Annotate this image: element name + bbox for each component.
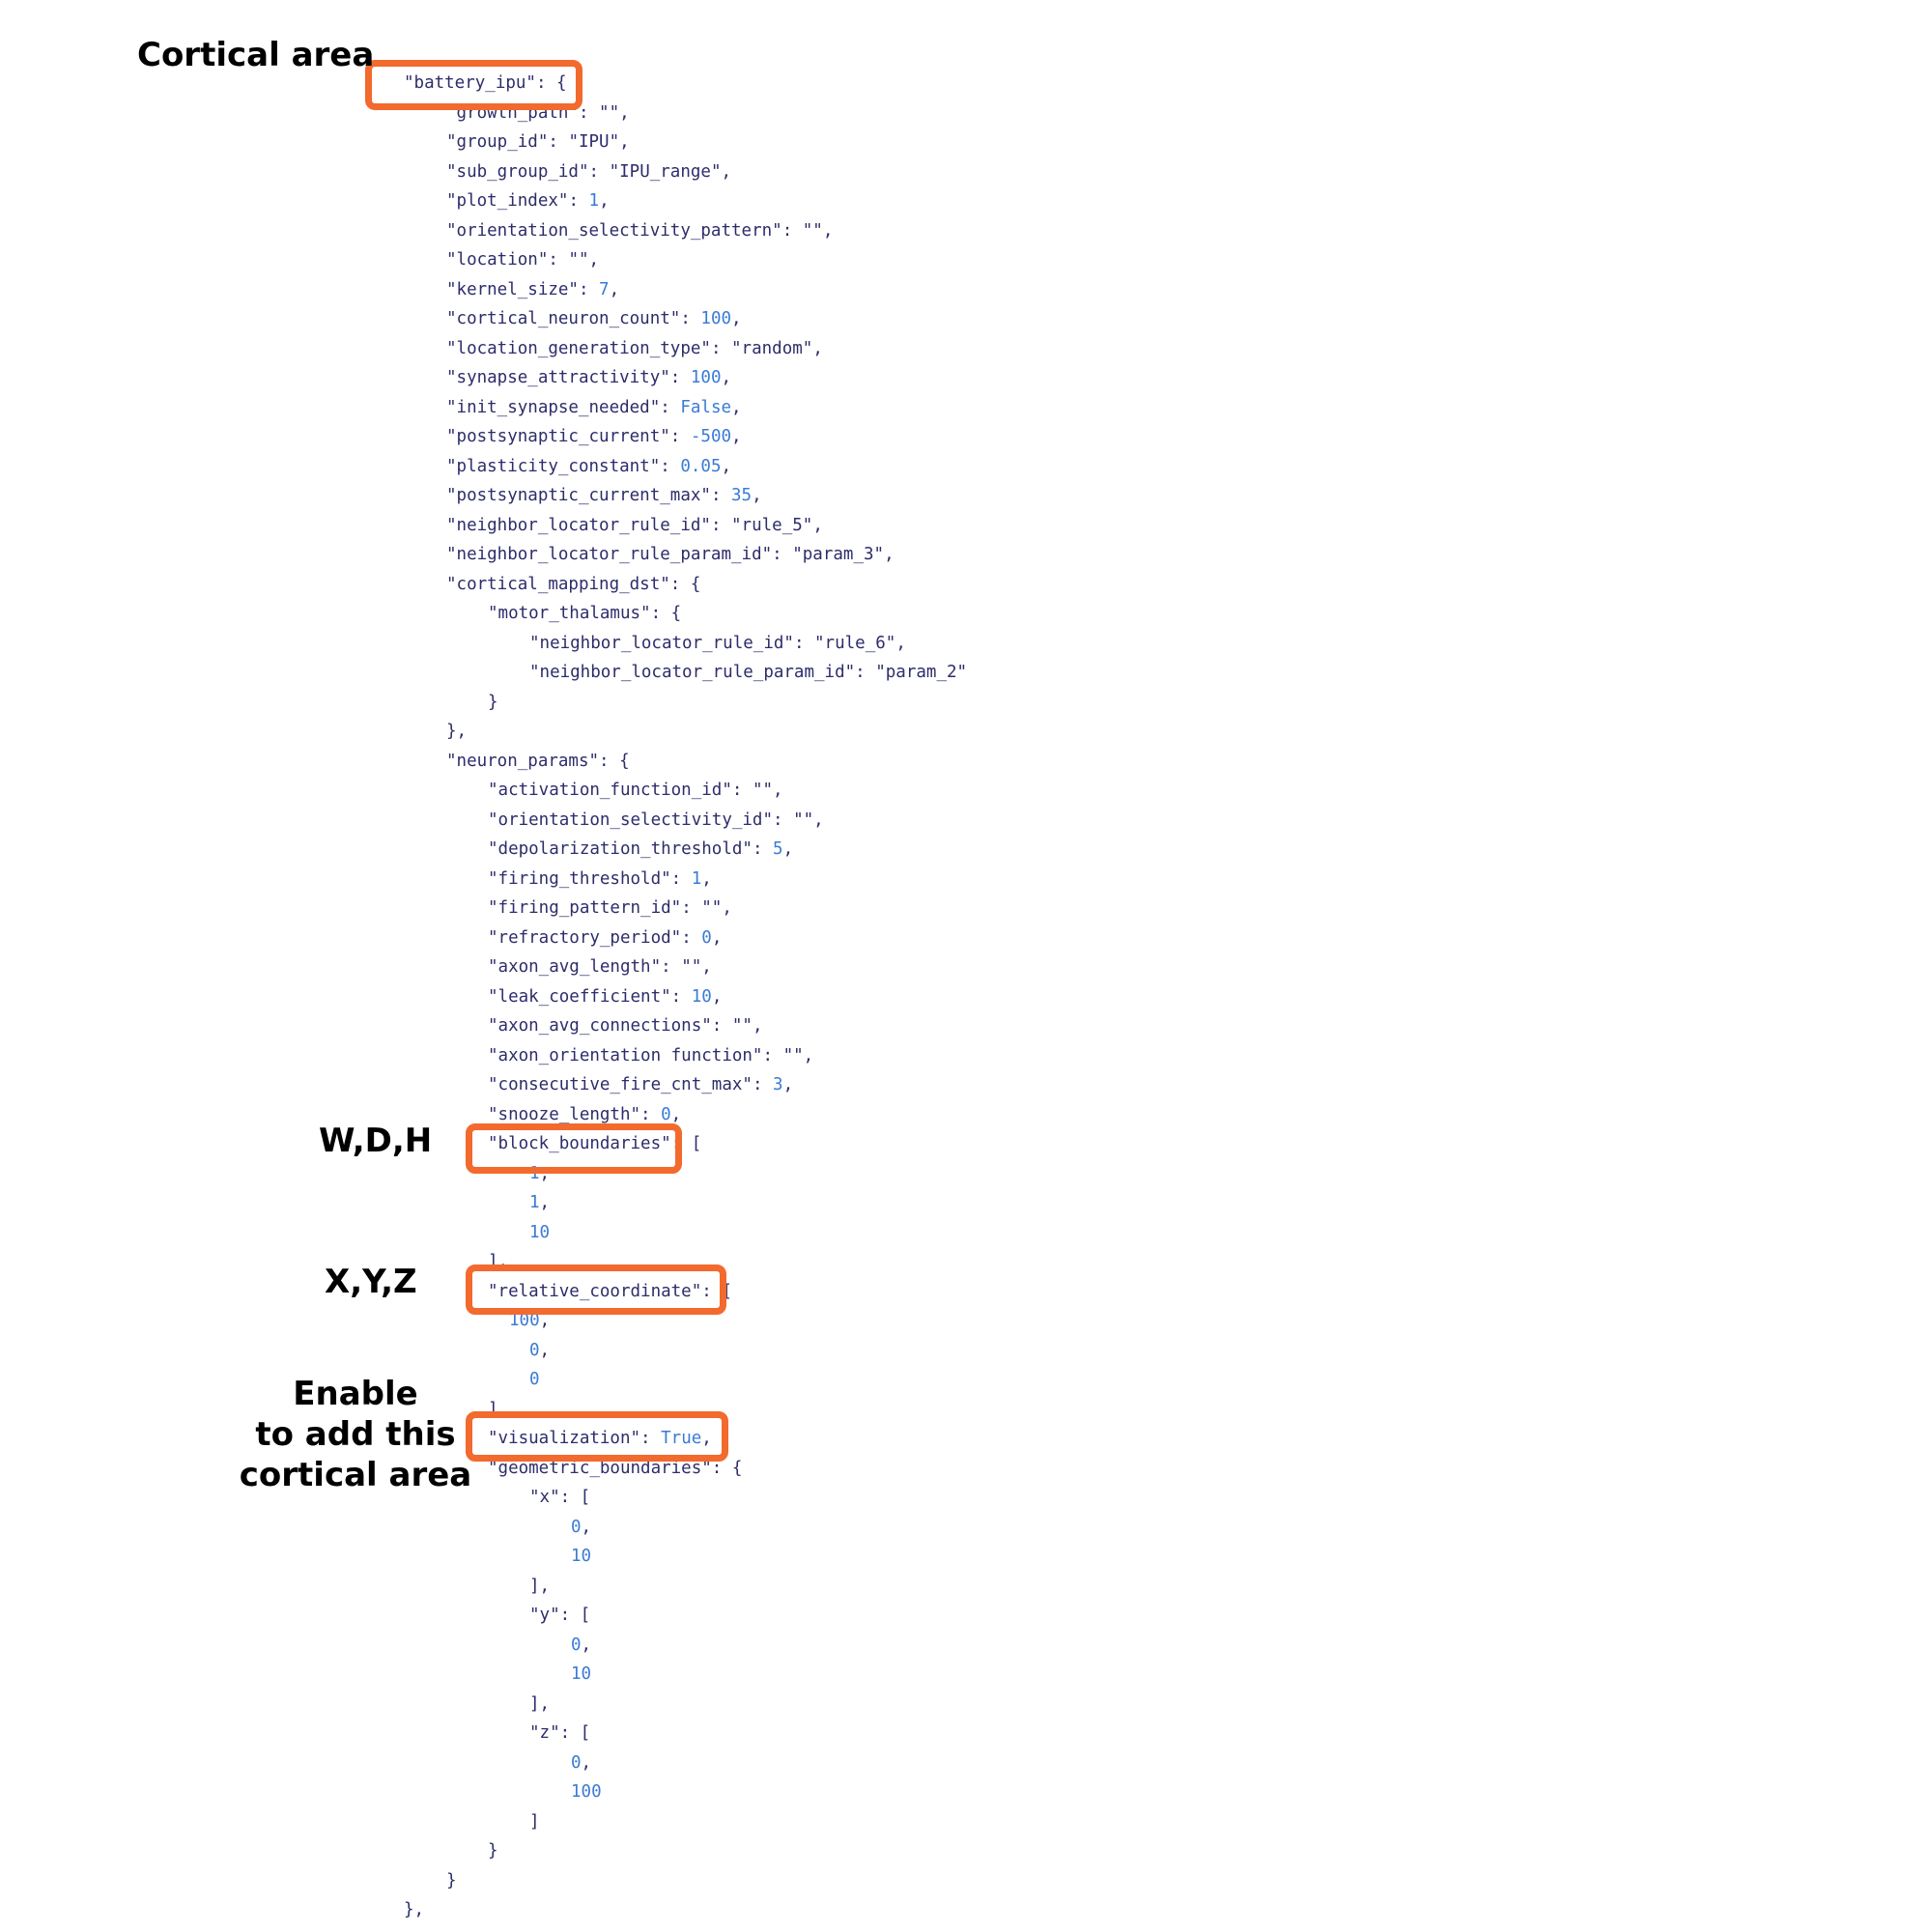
annotation-cortical-area: Cortical area — [137, 36, 375, 74]
annotation-enable-line2: to add this — [255, 1415, 456, 1454]
code-line: "location": "", — [446, 250, 600, 270]
code-line: 0, — [571, 1518, 592, 1537]
annotation-xyz: X,Y,Z — [325, 1263, 417, 1301]
code-line: ] — [529, 1812, 540, 1832]
code-line: "z": [ — [529, 1723, 591, 1743]
code-line: "cortical_neuron_count": 100, — [446, 309, 742, 328]
code-line: "axon_avg_connections": "", — [488, 1016, 763, 1036]
code-line: "neighbor_locator_rule_id": "rule_5", — [446, 516, 823, 535]
code-line: } — [446, 1871, 457, 1890]
code-line: "location_generation_type": "random", — [446, 339, 823, 358]
highlight-relative-coordinate — [466, 1264, 726, 1315]
code-line: 10 — [571, 1664, 592, 1684]
code-line: 100 — [571, 1782, 602, 1802]
code-line: "activation_function_id": "", — [488, 781, 783, 800]
code-line: "neighbor_locator_rule_param_id": "param… — [446, 545, 895, 564]
code-line: 0, — [571, 1635, 592, 1655]
highlight-block-boundaries — [466, 1123, 682, 1174]
code-line: "sub_group_id": "IPU_range", — [446, 162, 732, 182]
code-line: "firing_pattern_id": "", — [488, 898, 732, 918]
code-line: "geometric_boundaries": { — [488, 1459, 743, 1478]
code-line: "postsynaptic_current": -500, — [446, 427, 742, 446]
code-line: } — [488, 1841, 498, 1861]
code-line: "firing_threshold": 1, — [488, 869, 712, 889]
annotation-enable-line3: cortical area — [239, 1456, 472, 1494]
code-line: "y": [ — [529, 1605, 591, 1625]
code-line: "orientation_selectivity_pattern": "", — [446, 221, 834, 241]
code-line: "refractory_period": 0, — [488, 928, 723, 948]
code-line: "cortical_mapping_dst": { — [446, 575, 701, 594]
code-line: "orientation_selectivity_id": "", — [488, 810, 824, 830]
code-line: ], — [529, 1577, 551, 1596]
code-line: "kernel_size": 7, — [446, 280, 620, 299]
code-line: "init_synapse_needed": False, — [446, 398, 742, 417]
code-line: "neighbor_locator_rule_param_id": "param… — [529, 663, 968, 682]
code-line: } — [488, 693, 498, 712]
code-line: "synapse_attractivity": 100, — [446, 368, 732, 387]
annotation-wdh: W,D,H — [319, 1122, 433, 1160]
code-line: "plasticity_constant": 0.05, — [446, 457, 732, 476]
code-line: }, — [446, 722, 468, 741]
code-line: "depolarization_threshold": 5, — [488, 839, 794, 859]
annotation-enable-line1: Enable — [293, 1375, 418, 1413]
code-line: "axon_orientation function": "", — [488, 1046, 814, 1065]
code-line: "motor_thalamus": { — [488, 604, 682, 623]
code-line: "neighbor_locator_rule_id": "rule_6", — [529, 634, 906, 653]
code-line: 10 — [571, 1547, 592, 1566]
code-line: 1, — [529, 1193, 551, 1212]
code-line: 10 — [529, 1223, 551, 1242]
code-line: }, — [404, 1900, 425, 1919]
highlight-visualization — [466, 1411, 728, 1462]
code-line: "postsynaptic_current_max": 35, — [446, 486, 762, 505]
annotation-enable: Enable to add this cortical area — [238, 1374, 473, 1495]
highlight-cortical-area — [365, 60, 582, 110]
code-line: "group_id": "IPU", — [446, 132, 630, 152]
code-line: "leak_coefficient": 10, — [488, 987, 723, 1007]
code-line: "consecutive_fire_cnt_max": 3, — [488, 1075, 794, 1094]
code-line: "neuron_params": { — [446, 752, 630, 771]
code-line: 0 — [529, 1370, 540, 1389]
code-line: "axon_avg_length": "", — [488, 957, 712, 977]
code-line: 0, — [571, 1753, 592, 1773]
code-line: "x": [ — [529, 1488, 591, 1507]
code-line: ], — [529, 1694, 551, 1714]
code-line: "snooze_length": 0, — [488, 1105, 682, 1124]
code-line: "plot_index": 1, — [446, 191, 610, 211]
code-line: 0, — [529, 1341, 551, 1360]
